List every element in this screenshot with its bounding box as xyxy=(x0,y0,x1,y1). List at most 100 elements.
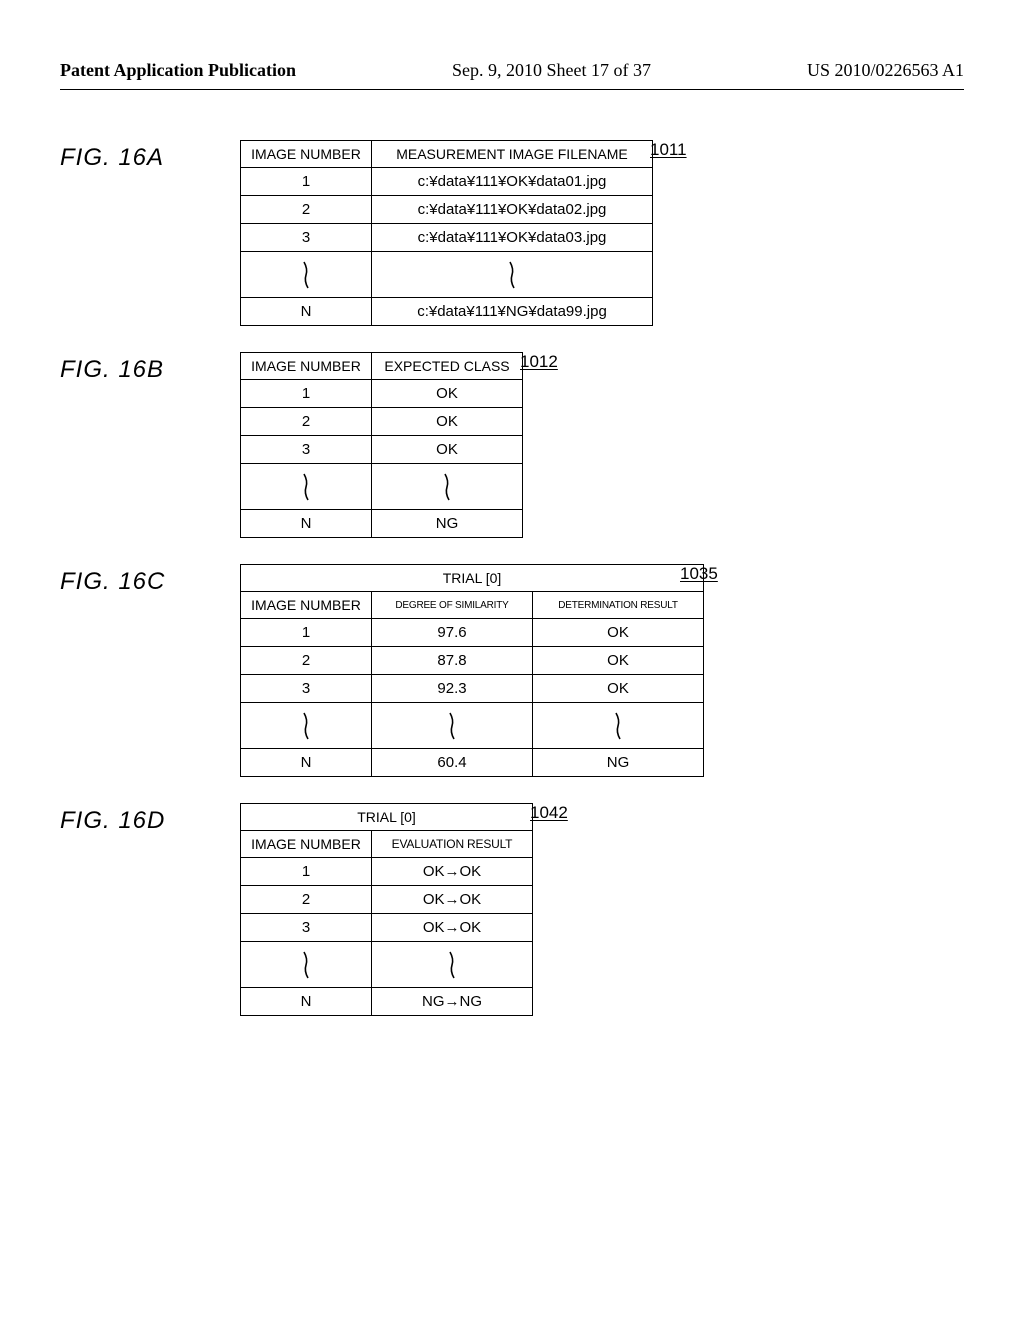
cell-filename: c:¥data¥111¥OK¥data01.jpg xyxy=(372,168,653,196)
col-evaluation: EVALUATION RESULT xyxy=(372,831,533,858)
table-ellipsis-row xyxy=(241,942,533,988)
table-row: N 60.4 NG xyxy=(241,749,704,777)
fig-16c-table: TRIAL [0] IMAGE NUMBER DEGREE OF SIMILAR… xyxy=(240,564,704,777)
fig-16d-table-wrap: 1042 TRIAL [0] IMAGE NUMBER EVALUATION R… xyxy=(240,803,533,1016)
table-row: 2 c:¥data¥111¥OK¥data02.jpg xyxy=(241,196,653,224)
table-row: 2 87.8 OK xyxy=(241,647,704,675)
ellipsis-icon xyxy=(372,942,533,988)
fig-16d-row: FIG. 16D 1042 TRIAL [0] IMAGE NUMBER EVA… xyxy=(60,803,964,1016)
cell-determination: OK xyxy=(533,647,704,675)
ellipsis-icon xyxy=(533,703,704,749)
table-title: TRIAL [0] xyxy=(241,565,704,592)
fig-16a-table-wrap: 1011 IMAGE NUMBER MEASUREMENT IMAGE FILE… xyxy=(240,140,653,326)
cell-similarity: 92.3 xyxy=(372,675,533,703)
table-row: N NG xyxy=(241,510,523,538)
cell-number: 1 xyxy=(241,380,372,408)
cell-number: 1 xyxy=(241,619,372,647)
fig-16c-row: FIG. 16C 1035 TRIAL [0] IMAGE NUMBER DEG… xyxy=(60,564,964,777)
cell-similarity: 87.8 xyxy=(372,647,533,675)
cell-similarity: 60.4 xyxy=(372,749,533,777)
col-determination: DETERMINATION RESULT xyxy=(533,592,704,619)
cell-filename: c:¥data¥111¥OK¥data02.jpg xyxy=(372,196,653,224)
cell-number: 3 xyxy=(241,224,372,252)
header-right: US 2010/0226563 A1 xyxy=(807,60,964,81)
cell-number: 3 xyxy=(241,436,372,464)
cell-number: 3 xyxy=(241,675,372,703)
fig-16d-table: TRIAL [0] IMAGE NUMBER EVALUATION RESULT… xyxy=(240,803,533,1016)
cell-number: 2 xyxy=(241,647,372,675)
table-ellipsis-row xyxy=(241,703,704,749)
col-image-number: IMAGE NUMBER xyxy=(241,141,372,168)
table-row: 3 c:¥data¥111¥OK¥data03.jpg xyxy=(241,224,653,252)
cell-evaluation: OK→OK xyxy=(372,858,533,886)
col-image-number: IMAGE NUMBER xyxy=(241,353,372,380)
table-header-row: IMAGE NUMBER EXPECTED CLASS xyxy=(241,353,523,380)
cell-number: N xyxy=(241,988,372,1016)
ellipsis-icon xyxy=(372,252,653,298)
cell-class: OK xyxy=(372,380,523,408)
fig-16b-label: FIG. 16B xyxy=(60,352,240,384)
fig-16d-ref: 1042 xyxy=(530,803,568,823)
table-row: 3 OK xyxy=(241,436,523,464)
col-image-number: IMAGE NUMBER xyxy=(241,831,372,858)
cell-class: OK xyxy=(372,436,523,464)
ellipsis-icon xyxy=(241,252,372,298)
fig-16b-table-wrap: 1012 IMAGE NUMBER EXPECTED CLASS 1 OK 2 … xyxy=(240,352,523,538)
table-row: 3 OK→OK xyxy=(241,914,533,942)
cell-number: 2 xyxy=(241,408,372,436)
table-header-row: IMAGE NUMBER EVALUATION RESULT xyxy=(241,831,533,858)
cell-similarity: 97.6 xyxy=(372,619,533,647)
col-image-number: IMAGE NUMBER xyxy=(241,592,372,619)
col-similarity: DEGREE OF SIMILARITY xyxy=(372,592,533,619)
cell-evaluation: OK→OK xyxy=(372,914,533,942)
table-row: 3 92.3 OK xyxy=(241,675,704,703)
fig-16b-row: FIG. 16B 1012 IMAGE NUMBER EXPECTED CLAS… xyxy=(60,352,964,538)
table-ellipsis-row xyxy=(241,464,523,510)
ellipsis-icon xyxy=(241,703,372,749)
cell-number: 1 xyxy=(241,168,372,196)
table-row: N c:¥data¥111¥NG¥data99.jpg xyxy=(241,298,653,326)
table-row: 1 OK→OK xyxy=(241,858,533,886)
fig-16b-ref: 1012 xyxy=(520,352,558,372)
table-header-row: IMAGE NUMBER DEGREE OF SIMILARITY DETERM… xyxy=(241,592,704,619)
cell-number: 1 xyxy=(241,858,372,886)
fig-16c-label: FIG. 16C xyxy=(60,564,240,596)
cell-class: OK xyxy=(372,408,523,436)
fig-16c-ref: 1035 xyxy=(680,564,718,584)
col-expected-class: EXPECTED CLASS xyxy=(372,353,523,380)
page-header: Patent Application Publication Sep. 9, 2… xyxy=(60,60,964,81)
fig-16a-label: FIG. 16A xyxy=(60,140,240,172)
page-root: Patent Application Publication Sep. 9, 2… xyxy=(0,0,1024,1082)
fig-16a-row: FIG. 16A 1011 IMAGE NUMBER MEASUREMENT I… xyxy=(60,140,964,326)
ellipsis-icon xyxy=(372,464,523,510)
cell-evaluation: OK→OK xyxy=(372,886,533,914)
fig-16a-ref: 1011 xyxy=(650,140,687,160)
table-row: N NG→NG xyxy=(241,988,533,1016)
cell-determination: OK xyxy=(533,675,704,703)
cell-number: N xyxy=(241,298,372,326)
fig-16d-label: FIG. 16D xyxy=(60,803,240,835)
cell-number: 2 xyxy=(241,886,372,914)
fig-16a-table: IMAGE NUMBER MEASUREMENT IMAGE FILENAME … xyxy=(240,140,653,326)
table-row: 1 c:¥data¥111¥OK¥data01.jpg xyxy=(241,168,653,196)
table-title-row: TRIAL [0] xyxy=(241,565,704,592)
cell-determination: NG xyxy=(533,749,704,777)
ellipsis-icon xyxy=(372,703,533,749)
cell-evaluation: NG→NG xyxy=(372,988,533,1016)
header-rule xyxy=(60,89,964,90)
table-row: 2 OK xyxy=(241,408,523,436)
cell-filename: c:¥data¥111¥NG¥data99.jpg xyxy=(372,298,653,326)
table-ellipsis-row xyxy=(241,252,653,298)
cell-filename: c:¥data¥111¥OK¥data03.jpg xyxy=(372,224,653,252)
cell-class: NG xyxy=(372,510,523,538)
cell-number: N xyxy=(241,749,372,777)
header-left: Patent Application Publication xyxy=(60,60,296,81)
cell-determination: OK xyxy=(533,619,704,647)
cell-number: N xyxy=(241,510,372,538)
table-row: 1 97.6 OK xyxy=(241,619,704,647)
table-row: 2 OK→OK xyxy=(241,886,533,914)
table-title: TRIAL [0] xyxy=(241,804,533,831)
fig-16b-table: IMAGE NUMBER EXPECTED CLASS 1 OK 2 OK 3 … xyxy=(240,352,523,538)
table-header-row: IMAGE NUMBER MEASUREMENT IMAGE FILENAME xyxy=(241,141,653,168)
cell-number: 3 xyxy=(241,914,372,942)
